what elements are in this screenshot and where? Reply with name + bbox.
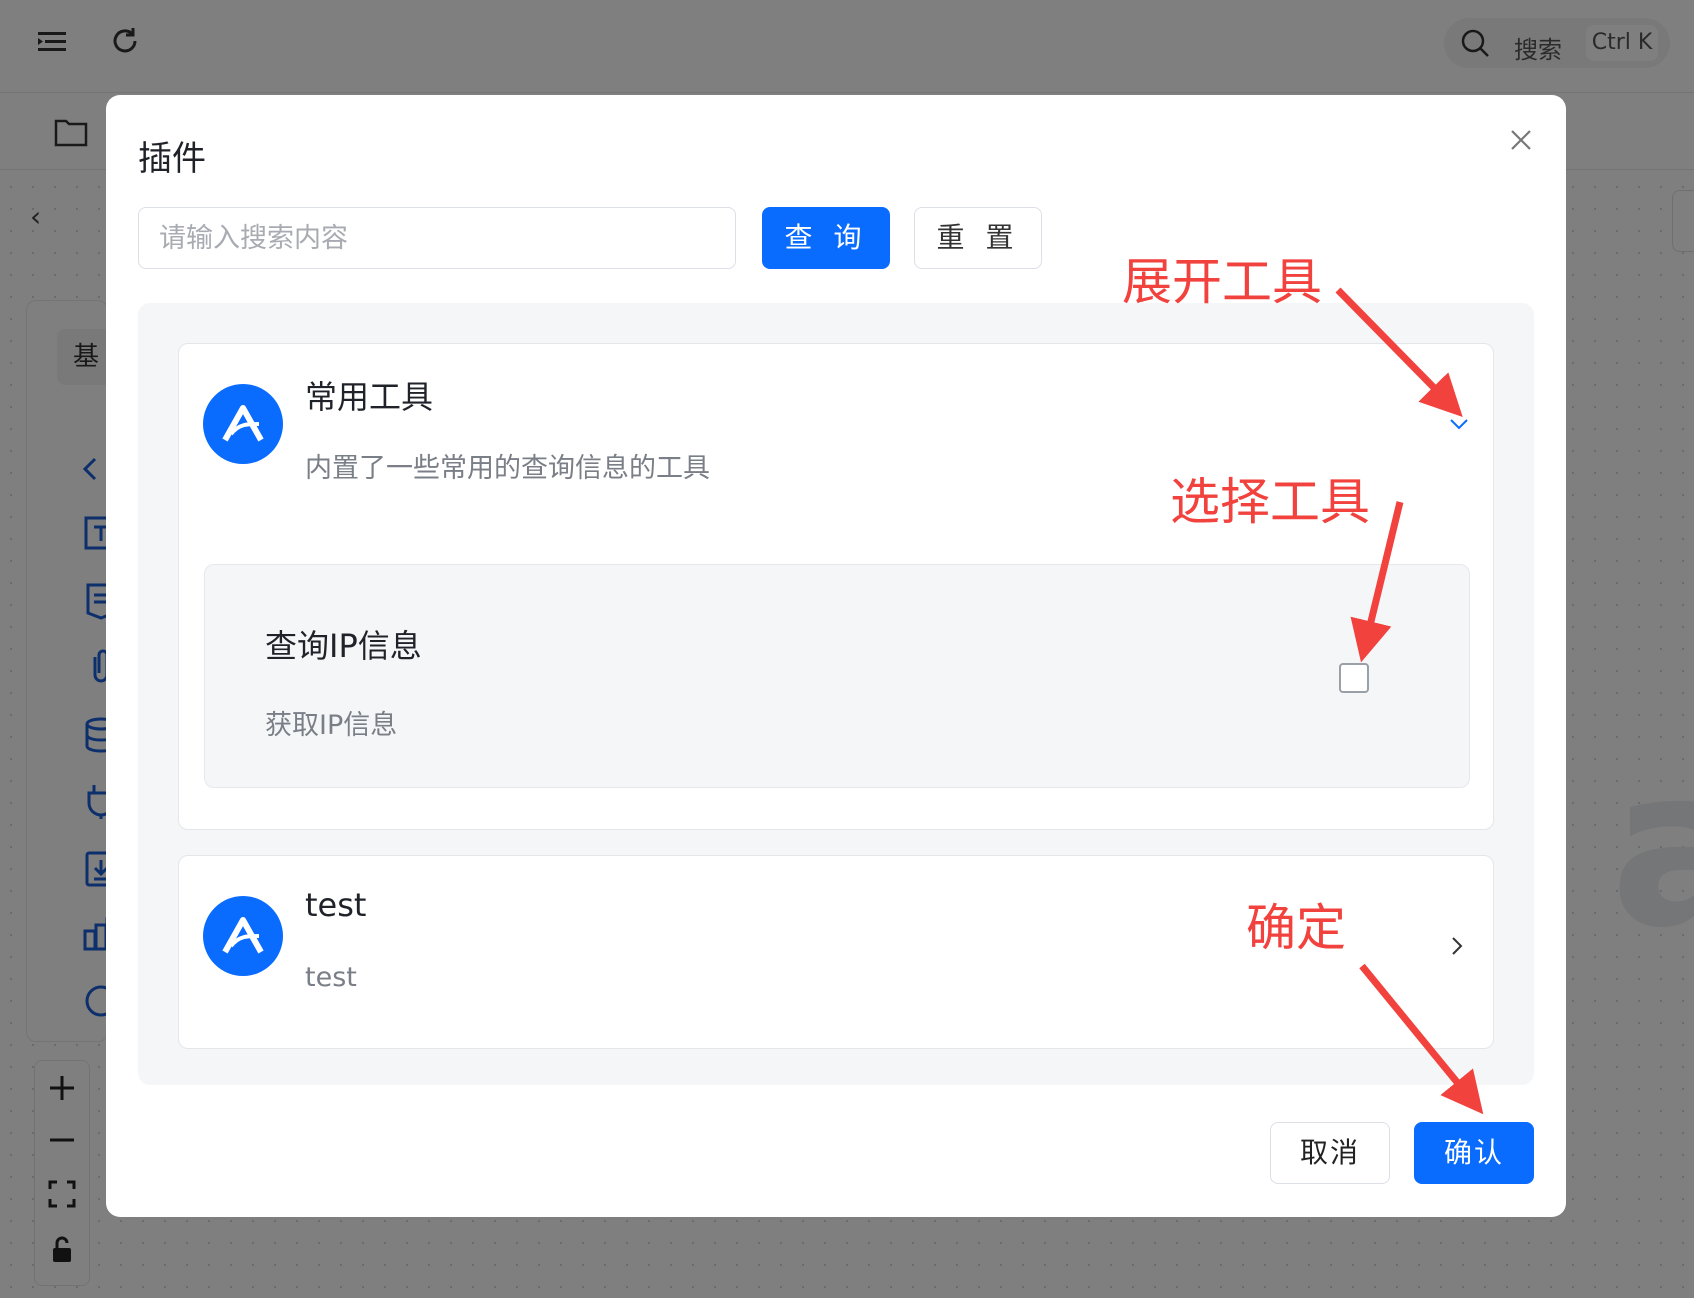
tool-description: 获取IP信息 [265, 710, 398, 741]
dialog-title: 插件 [138, 139, 206, 179]
search-input[interactable] [138, 207, 736, 269]
plugin-dialog: 插件 查 询 重 置 常用工具 内置了一些常用的查询信息的工具 查询IP信息 获… [106, 95, 1566, 1217]
annotation-expand: 展开工具 [1122, 253, 1322, 311]
plugin-card-partial [178, 1035, 1494, 1049]
plugin-avatar [203, 896, 283, 976]
plugin-description: 内置了一些常用的查询信息的工具 [305, 453, 710, 484]
confirm-button[interactable]: 确认 [1414, 1122, 1534, 1184]
query-button[interactable]: 查 询 [762, 207, 890, 269]
annotation-select: 选择工具 [1170, 473, 1370, 531]
plugin-logo-icon [222, 917, 264, 954]
tool-checkbox[interactable] [1339, 663, 1369, 693]
annotation-confirm: 确定 [1246, 899, 1346, 957]
plugin-description: test [305, 962, 357, 993]
plugin-name: 常用工具 [305, 378, 434, 416]
cancel-button[interactable]: 取消 [1270, 1122, 1390, 1184]
chevron-down-icon[interactable] [1445, 410, 1473, 438]
reset-button[interactable]: 重 置 [914, 207, 1042, 269]
plugin-avatar [203, 384, 283, 464]
plugin-name: test [305, 886, 367, 924]
tool-name: 查询IP信息 [265, 627, 422, 665]
plugin-list: 常用工具 内置了一些常用的查询信息的工具 查询IP信息 获取IP信息 test … [138, 303, 1534, 1085]
tool-item[interactable]: 查询IP信息 获取IP信息 [204, 564, 1470, 788]
plugin-logo-icon [222, 405, 264, 442]
plugin-card[interactable]: 常用工具 内置了一些常用的查询信息的工具 查询IP信息 获取IP信息 [178, 343, 1494, 830]
close-icon[interactable] [1506, 125, 1536, 155]
chevron-right-icon[interactable] [1443, 932, 1471, 960]
